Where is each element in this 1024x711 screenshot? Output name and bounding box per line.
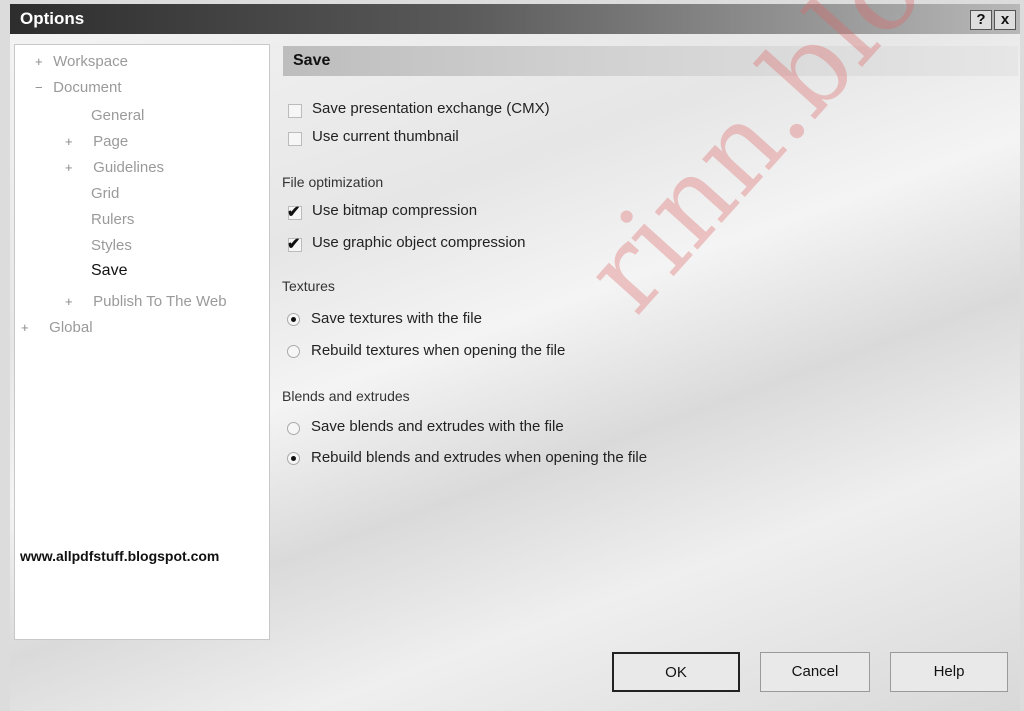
tree-item-label: Grid xyxy=(91,185,120,202)
help-icon[interactable]: ? xyxy=(970,10,992,30)
tree-item-page[interactable]: + Page xyxy=(65,133,128,150)
panel-title: Save xyxy=(293,52,331,69)
tree-item-label: Save xyxy=(91,262,128,279)
expand-icon[interactable]: + xyxy=(65,294,79,309)
tree-item-label: Publish To The Web xyxy=(93,293,227,310)
save-textures-radio[interactable] xyxy=(287,313,300,326)
save-textures-label: Save textures with the file xyxy=(311,310,482,327)
collapse-icon[interactable]: − xyxy=(35,80,49,95)
title-bar: Options ? x xyxy=(10,4,1020,34)
tree-item-workspace[interactable]: + Workspace xyxy=(35,53,128,70)
save-blends-radio[interactable] xyxy=(287,422,300,435)
tree-item-label: Styles xyxy=(91,237,132,254)
tree-item-publish-to-the-web[interactable]: + Publish To The Web xyxy=(65,293,227,310)
ok-button[interactable]: OK xyxy=(612,652,740,692)
tree-item-global[interactable]: + Global xyxy=(21,319,93,336)
expand-icon[interactable]: + xyxy=(65,134,79,149)
save-pex-checkbox[interactable] xyxy=(288,104,302,118)
tree-item-document[interactable]: − Document xyxy=(35,79,122,96)
use-thumbnail-checkbox[interactable] xyxy=(288,132,302,146)
use-thumbnail-label: Use current thumbnail xyxy=(312,128,459,145)
close-icon[interactable]: x xyxy=(994,10,1016,30)
bitmap-compression-label: Use bitmap compression xyxy=(312,202,478,219)
check-icon: ✔ xyxy=(287,204,301,221)
tree-item-general[interactable]: General xyxy=(91,107,144,124)
cancel-button[interactable]: Cancel xyxy=(760,652,870,692)
expand-icon[interactable]: + xyxy=(65,160,79,175)
tree-item-label: Rulers xyxy=(91,211,135,228)
save-blends-label: Save blends and extrudes with the file xyxy=(311,418,564,435)
rebuild-blends-radio[interactable] xyxy=(287,452,300,465)
window-title: Options xyxy=(20,9,85,28)
tree-item-label: Global xyxy=(49,319,93,336)
tree-item-label: General xyxy=(91,107,145,124)
tree-item-save[interactable]: Save xyxy=(91,262,127,280)
help-button[interactable]: Help xyxy=(890,652,1008,692)
panel-header: Save xyxy=(283,46,1018,76)
tree-item-label: Workspace xyxy=(53,53,128,70)
rebuild-textures-radio[interactable] xyxy=(287,345,300,358)
file-optimization-label: File optimization xyxy=(282,174,384,190)
tree-item-grid[interactable]: Grid xyxy=(91,185,119,202)
expand-icon[interactable]: + xyxy=(21,320,35,335)
graphic-compression-label: Use graphic object compression xyxy=(312,234,526,251)
tree-item-rulers[interactable]: Rulers xyxy=(91,211,134,228)
watermark-url: www.allpdfstuff.blogspot.com xyxy=(20,548,220,564)
tree-item-label: Page xyxy=(93,133,129,150)
check-icon: ✔ xyxy=(287,236,301,253)
rebuild-textures-label: Rebuild textures when opening the file xyxy=(311,342,566,359)
save-pex-label: Save presentation exchange (CMX) xyxy=(312,100,550,117)
tree-item-guidelines[interactable]: + Guidelines xyxy=(65,159,164,176)
tree-item-label: Guidelines xyxy=(93,159,165,176)
expand-icon[interactable]: + xyxy=(35,54,49,69)
rebuild-blends-label: Rebuild blends and extrudes when opening… xyxy=(311,449,648,466)
textures-label: Textures xyxy=(282,278,335,294)
tree-item-label: Document xyxy=(53,79,122,96)
tree-item-styles[interactable]: Styles xyxy=(91,237,132,254)
blends-extrudes-label: Blends and extrudes xyxy=(282,388,410,404)
